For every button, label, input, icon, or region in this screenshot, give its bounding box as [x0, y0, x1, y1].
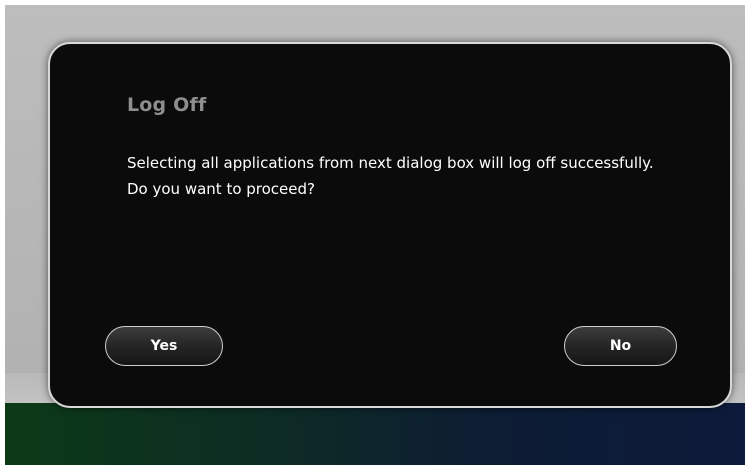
dialog-message: Selecting all applications from next dia…	[127, 154, 654, 198]
log-off-dialog: Log Off Selecting all applications from …	[48, 42, 732, 408]
yes-button[interactable]: Yes	[105, 326, 223, 366]
screen: Log Off Selecting all applications from …	[0, 0, 751, 469]
bottom-panel	[5, 403, 745, 465]
no-button[interactable]: No	[564, 326, 677, 366]
dialog-title: Log Off	[127, 94, 207, 116]
